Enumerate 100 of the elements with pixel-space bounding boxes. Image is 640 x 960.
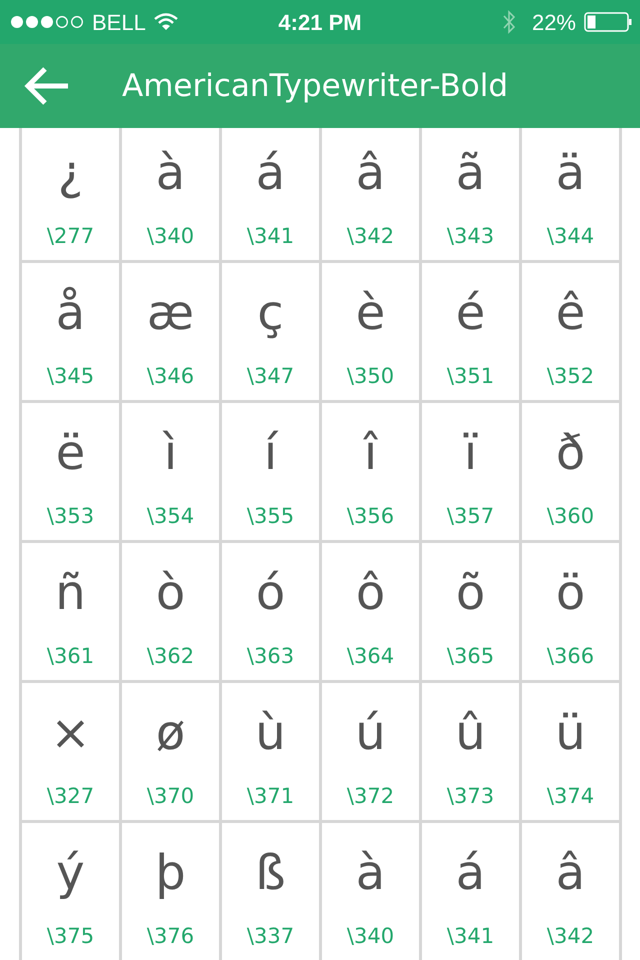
glyph-character: á bbox=[256, 149, 286, 203]
octal-code: \341 bbox=[446, 923, 494, 950]
glyph-character: × bbox=[50, 709, 91, 763]
glyph-tile[interactable]: ü \374 bbox=[522, 683, 619, 820]
glyph-tile[interactable]: ô \364 bbox=[322, 543, 419, 680]
octal-code: \370 bbox=[146, 783, 194, 810]
glyph-tile[interactable]: á \341 bbox=[222, 128, 319, 260]
octal-code: \346 bbox=[146, 363, 194, 390]
glyph-tile[interactable]: á \341 bbox=[422, 823, 519, 960]
glyph-tile[interactable]: ¿ \277 bbox=[22, 128, 119, 260]
octal-code: \350 bbox=[346, 363, 394, 390]
glyph-tile[interactable]: å \345 bbox=[22, 263, 119, 400]
octal-code: \347 bbox=[246, 363, 294, 390]
glyph-tile[interactable]: ø \370 bbox=[122, 683, 219, 820]
octal-code: \364 bbox=[346, 643, 394, 670]
battery-icon bbox=[584, 12, 632, 32]
glyph-tile[interactable]: ù \371 bbox=[222, 683, 319, 820]
glyph-tile[interactable]: é \351 bbox=[422, 263, 519, 400]
glyph-character: ç bbox=[257, 289, 284, 343]
octal-code: \340 bbox=[346, 923, 394, 950]
glyph-tile[interactable]: ú \372 bbox=[322, 683, 419, 820]
octal-code: \337 bbox=[246, 923, 294, 950]
glyph-tile[interactable]: ä \344 bbox=[522, 128, 619, 260]
glyph-character: í bbox=[264, 429, 278, 483]
glyph-character: õ bbox=[456, 569, 486, 623]
glyph-character: ð bbox=[556, 429, 586, 483]
glyph-tile[interactable]: î \356 bbox=[322, 403, 419, 540]
glyph-character: ñ bbox=[55, 569, 86, 623]
octal-code: \365 bbox=[446, 643, 494, 670]
glyph-tile[interactable]: è \350 bbox=[322, 263, 419, 400]
glyph-tile[interactable]: ö \366 bbox=[522, 543, 619, 680]
octal-code: \344 bbox=[546, 223, 594, 250]
octal-code: \342 bbox=[546, 923, 594, 950]
octal-code: \362 bbox=[146, 643, 194, 670]
glyph-tile[interactable]: æ \346 bbox=[122, 263, 219, 400]
glyph-character: ã bbox=[456, 149, 486, 203]
glyph-character: é bbox=[456, 289, 486, 343]
glyph-tile[interactable]: ë \353 bbox=[22, 403, 119, 540]
glyph-character: ò bbox=[156, 569, 186, 623]
octal-code: \363 bbox=[246, 643, 294, 670]
glyph-character: ú bbox=[355, 709, 386, 763]
octal-code: \360 bbox=[546, 503, 594, 530]
octal-code: \355 bbox=[246, 503, 294, 530]
octal-code: \340 bbox=[146, 223, 194, 250]
glyph-character: à bbox=[356, 849, 386, 903]
octal-code: \341 bbox=[246, 223, 294, 250]
glyph-character: ó bbox=[256, 569, 286, 623]
glyph-character: ê bbox=[556, 289, 586, 343]
octal-code: \353 bbox=[46, 503, 94, 530]
octal-code: \327 bbox=[46, 783, 94, 810]
octal-code: \373 bbox=[446, 783, 494, 810]
octal-code: \343 bbox=[446, 223, 494, 250]
octal-code: \351 bbox=[446, 363, 494, 390]
glyph-tile[interactable]: ò \362 bbox=[122, 543, 219, 680]
octal-code: \366 bbox=[546, 643, 594, 670]
glyph-tile[interactable]: × \327 bbox=[22, 683, 119, 820]
glyph-tile[interactable]: à \340 bbox=[322, 823, 419, 960]
glyph-character: æ bbox=[146, 289, 194, 343]
glyph-character: ä bbox=[556, 149, 586, 203]
glyph-tile[interactable]: ê \352 bbox=[522, 263, 619, 400]
glyph-character: ü bbox=[555, 709, 586, 763]
glyph-tile[interactable]: â \342 bbox=[522, 823, 619, 960]
glyph-character: ø bbox=[156, 709, 186, 763]
glyph-tile[interactable]: ñ \361 bbox=[22, 543, 119, 680]
glyph-tile[interactable]: ó \363 bbox=[222, 543, 319, 680]
glyph-character: ï bbox=[464, 429, 478, 483]
glyph-tile[interactable]: ð \360 bbox=[522, 403, 619, 540]
glyph-character: à bbox=[156, 149, 186, 203]
glyph-tile[interactable]: â \342 bbox=[322, 128, 419, 260]
octal-code: \376 bbox=[146, 923, 194, 950]
glyph-character: ë bbox=[56, 429, 86, 483]
octal-code: \342 bbox=[346, 223, 394, 250]
glyph-tile[interactable]: õ \365 bbox=[422, 543, 519, 680]
signal-icon bbox=[10, 15, 84, 29]
glyph-tile[interactable]: ã \343 bbox=[422, 128, 519, 260]
glyph-character: â bbox=[556, 849, 586, 903]
glyph-tile[interactable]: à \340 bbox=[122, 128, 219, 260]
glyph-character: á bbox=[456, 849, 486, 903]
octal-code: \356 bbox=[346, 503, 394, 530]
glyph-tile[interactable]: ç \347 bbox=[222, 263, 319, 400]
battery-percent: 22% bbox=[532, 8, 576, 36]
glyph-tile[interactable]: í \355 bbox=[222, 403, 319, 540]
glyph-tile[interactable]: þ \376 bbox=[122, 823, 219, 960]
glyph-tile[interactable]: û \373 bbox=[422, 683, 519, 820]
bluetooth-icon bbox=[502, 9, 516, 35]
octal-code: \361 bbox=[46, 643, 94, 670]
carrier-name: BELL bbox=[92, 8, 146, 36]
glyph-character: å bbox=[56, 289, 86, 343]
glyph-character: î bbox=[364, 429, 378, 483]
glyph-character: è bbox=[356, 289, 386, 343]
wifi-icon bbox=[154, 13, 178, 31]
glyph-tile[interactable]: ì \354 bbox=[122, 403, 219, 540]
glyph-tile[interactable]: ß \337 bbox=[222, 823, 319, 960]
glyph-tile[interactable]: ï \357 bbox=[422, 403, 519, 540]
octal-code: \352 bbox=[546, 363, 594, 390]
glyph-character: â bbox=[356, 149, 386, 203]
octal-code: \371 bbox=[246, 783, 294, 810]
back-arrow-icon[interactable] bbox=[24, 66, 70, 106]
glyph-character: ö bbox=[556, 569, 586, 623]
glyph-tile[interactable]: ý \375 bbox=[22, 823, 119, 960]
